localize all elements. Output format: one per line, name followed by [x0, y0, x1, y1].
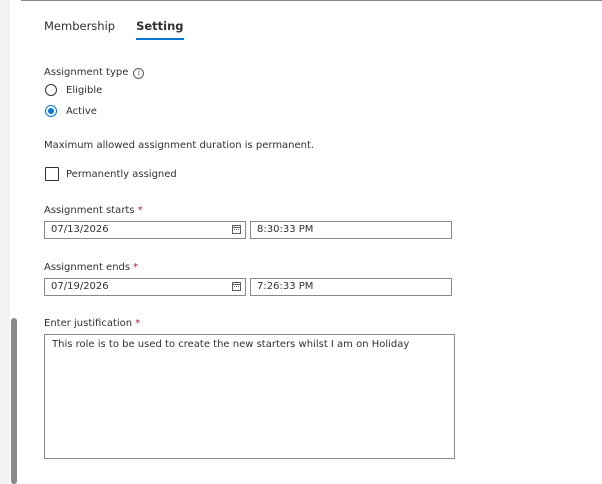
calendar-icon[interactable] [232, 282, 241, 291]
assignment-ends-heading: Assignment ends * [44, 262, 138, 273]
start-time-input[interactable]: 8:30:33 PM [250, 221, 452, 239]
left-gutter [0, 0, 10, 484]
top-divider [21, 0, 602, 1]
end-date-input[interactable]: 07/19/2026 [44, 278, 246, 296]
end-time-value: 7:26:33 PM [257, 281, 314, 292]
justification-label: Enter justification [44, 318, 133, 329]
radio-active-label[interactable]: Active [66, 106, 97, 117]
tab-membership[interactable]: Membership [44, 19, 115, 41]
assignment-type-heading: Assignment type i [44, 67, 145, 79]
justification-heading: Enter justification * [44, 318, 140, 329]
radio-eligible[interactable]: Eligible [45, 82, 102, 98]
assignment-starts-label: Assignment starts [44, 205, 135, 216]
duration-note: Maximum allowed assignment duration is p… [44, 140, 315, 151]
permanently-assigned-label[interactable]: Permanently assigned [66, 169, 177, 180]
radio-eligible-label[interactable]: Eligible [66, 85, 102, 96]
calendar-icon[interactable] [232, 225, 241, 234]
scrollbar-thumb[interactable] [11, 318, 17, 484]
start-time-value: 8:30:33 PM [257, 224, 314, 235]
assignment-settings-panel: Membership Setting Assignment type i Elig… [0, 0, 602, 484]
tab-bar: Membership Setting [44, 19, 184, 41]
permanently-assigned-box[interactable] [45, 167, 59, 181]
required-mark: * [135, 318, 141, 329]
justification-textarea[interactable]: This role is to be used to create the ne… [44, 334, 455, 459]
end-time-input[interactable]: 7:26:33 PM [250, 278, 452, 296]
assignment-starts-heading: Assignment starts * [44, 205, 143, 216]
radio-active-circle[interactable] [45, 105, 57, 117]
radio-eligible-circle[interactable] [45, 84, 57, 96]
assignment-type-label: Assignment type [44, 67, 129, 78]
tab-setting[interactable]: Setting [136, 19, 184, 41]
start-date-value: 07/13/2026 [51, 224, 109, 235]
start-date-input[interactable]: 07/13/2026 [44, 221, 246, 239]
required-mark: * [137, 205, 143, 216]
radio-active[interactable]: Active [45, 103, 97, 119]
info-icon[interactable]: i [133, 68, 145, 79]
assignment-ends-label: Assignment ends [44, 262, 131, 273]
end-date-value: 07/19/2026 [51, 281, 109, 292]
required-mark: * [133, 262, 139, 273]
permanently-assigned-checkbox[interactable]: Permanently assigned [45, 166, 177, 182]
